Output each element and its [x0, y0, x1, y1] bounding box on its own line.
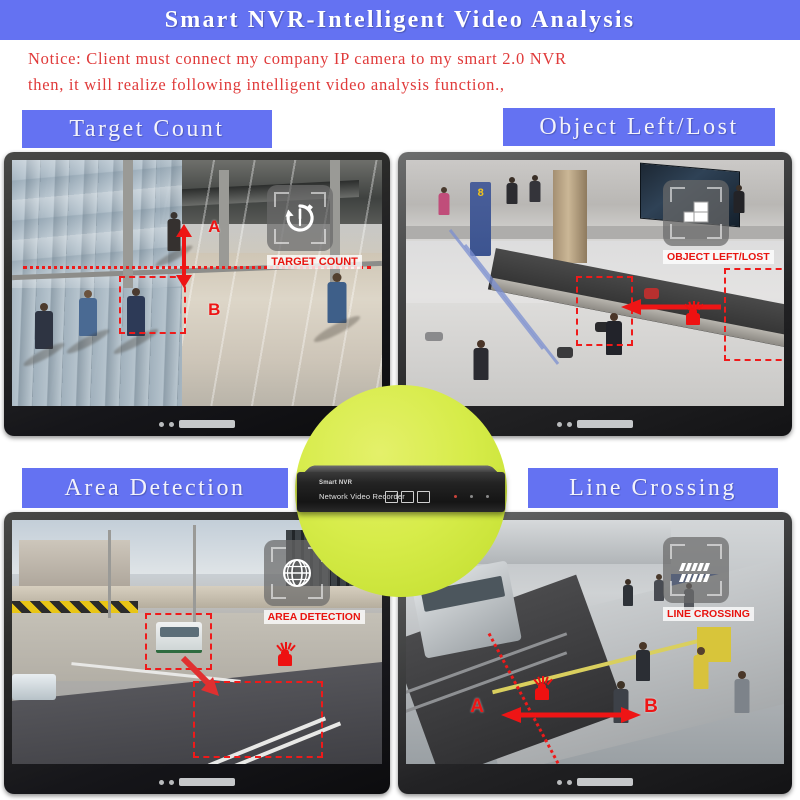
poster-root: Smart NVR-Intelligent Video Analysis Not…: [0, 0, 800, 800]
indicator-dot: [557, 421, 562, 427]
badge-caption: LINE CROSSING: [663, 607, 754, 622]
section-label-area-detection: Area Detection: [22, 468, 288, 508]
alarm-siren-icon: [532, 676, 553, 701]
vehicle-van: [12, 673, 56, 700]
person-figure: [311, 273, 363, 346]
feature-badge-target-count: TARGET COUNT: [267, 184, 362, 269]
badge-caption: TARGET COUNT: [267, 254, 362, 269]
brand-bar: [179, 420, 235, 428]
section-label-line-crossing: Line Crossing: [528, 468, 778, 508]
page-title: Smart NVR-Intelligent Video Analysis: [164, 6, 636, 33]
device-glyph-group: [385, 491, 430, 503]
feature-badge-line-crossing: LINE CROSSING: [663, 537, 754, 622]
person-figure: [64, 290, 112, 358]
brand-bar: [577, 778, 633, 786]
badge-caption: AREA DETECTION: [263, 609, 365, 624]
gate-sign: 8: [470, 182, 492, 256]
monitor-brand-plate: [557, 420, 633, 428]
stopwatch-icon: [267, 184, 334, 251]
indicator-dot: [169, 779, 174, 785]
monitor-brand-plate: [557, 778, 633, 786]
device-front-panel: Smart NVR Network Video Recorder: [297, 472, 505, 512]
hdd-icon: [385, 491, 398, 503]
alarm-siren-icon: [683, 300, 704, 325]
luggage-item: [557, 346, 574, 358]
label-direction-b: B: [644, 695, 658, 717]
indicator-dot: [567, 779, 572, 785]
network-led: [486, 495, 489, 498]
direction-arrow-ab: [500, 707, 641, 724]
indicator-dot: [169, 421, 174, 427]
direction-arrow-ab: [176, 223, 193, 288]
label-direction-b: B: [208, 300, 221, 320]
person-figure: [633, 642, 653, 686]
label-direction-a: A: [470, 695, 484, 717]
screen-target-count: A B TARGET COUNT: [12, 160, 382, 406]
person-figure: [21, 302, 66, 369]
monitor-brand-plate: [159, 420, 235, 428]
person-figure: [470, 339, 492, 386]
badge-caption: OBJECT LEFT/LOST: [663, 249, 774, 264]
gate-number: 8: [477, 186, 484, 199]
notice-line-1: Notice: Client must connect my company I…: [28, 49, 567, 68]
status-led: [470, 495, 473, 498]
indicator-dot: [557, 779, 562, 785]
header-bar: Smart NVR-Intelligent Video Analysis: [0, 0, 800, 40]
crossing-hatch-icon: [663, 537, 730, 604]
detection-box-target: [723, 268, 784, 361]
person-figure: [527, 174, 543, 205]
person-figure: [690, 646, 712, 695]
indicator-dot: [159, 779, 164, 785]
person-figure: [504, 177, 520, 207]
person-figure: [621, 578, 635, 609]
person-figure: [731, 671, 753, 719]
diagonal-arrow: [180, 656, 219, 697]
notice-text: Notice: Client must connect my company I…: [0, 40, 800, 108]
notice-line-2: then, it will realize following intellig…: [28, 75, 505, 94]
screen-object-left-lost: 8 OBJECT LEFT/LOST: [406, 160, 784, 406]
device-brand-label: Smart NVR: [319, 480, 353, 486]
display-icon: [417, 491, 430, 503]
section-label-target-count: Target Count: [22, 110, 272, 148]
brand-bar: [179, 778, 235, 786]
stacked-boxes-icon: [663, 179, 730, 246]
indicator-dot: [567, 421, 572, 427]
indicator-dot: [159, 421, 164, 427]
nvr-device: Smart NVR Network Video Recorder: [297, 463, 505, 515]
scene-baggage-claim: 8 OBJECT LEFT/LOST: [406, 160, 784, 406]
person-figure: [436, 187, 452, 219]
brand-bar: [577, 420, 633, 428]
scene-atrium: A B TARGET COUNT: [12, 160, 382, 406]
feature-badge-object-left-lost: OBJECT LEFT/LOST: [663, 179, 774, 264]
section-label-object-left-lost: Object Left/Lost: [503, 108, 775, 146]
disc-icon: [401, 491, 414, 503]
alarm-siren-icon: [276, 642, 297, 667]
device-led-group: [454, 495, 489, 498]
left-arrow: [621, 298, 722, 315]
label-direction-a: A: [208, 216, 221, 236]
monitor-brand-plate: [159, 778, 235, 786]
center-device-highlight: Smart NVR Network Video Recorder: [295, 385, 507, 597]
power-led: [454, 495, 457, 498]
luggage-cart: [424, 332, 443, 342]
